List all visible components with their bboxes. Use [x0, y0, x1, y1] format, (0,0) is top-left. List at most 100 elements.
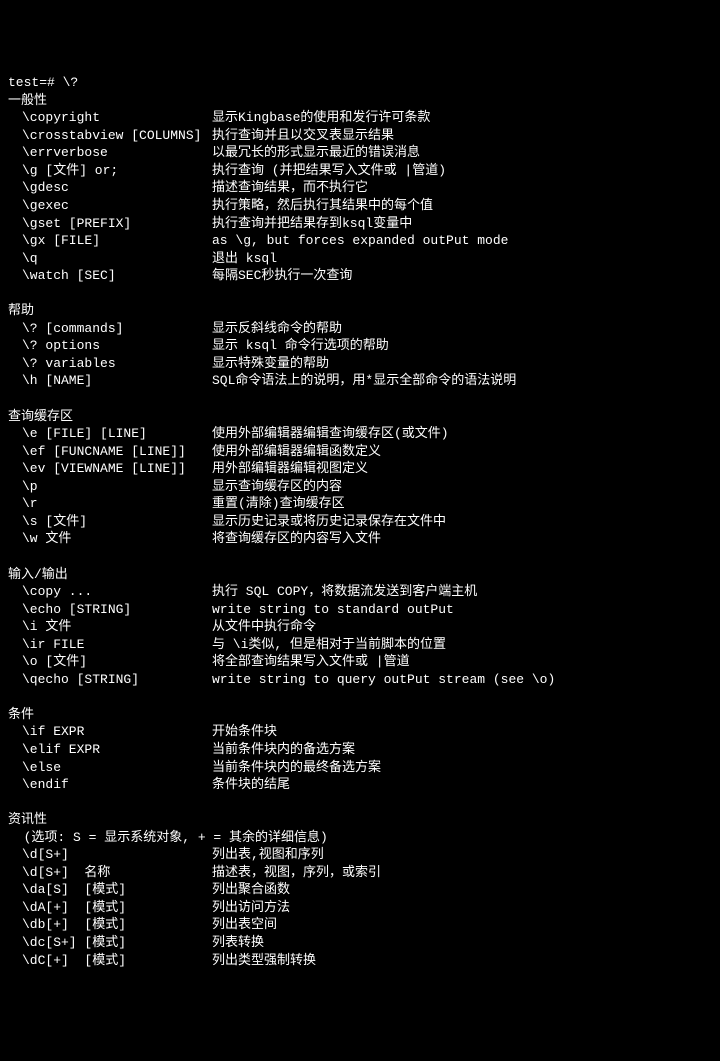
description: 显示反斜线命令的帮助 [212, 320, 342, 338]
description: 列出访问方法 [212, 899, 290, 917]
description: 每隔SEC秒执行一次查询 [212, 267, 352, 285]
description: 列出类型强制转换 [212, 952, 316, 970]
help-line: \e [FILE] [LINE]使用外部编辑器编辑查询缓存区(或文件) [8, 425, 712, 443]
description: 从文件中执行命令 [212, 618, 316, 636]
description: 列出聚合函数 [212, 881, 290, 899]
description: 开始条件块 [212, 723, 277, 741]
prompt-line: test=# \? [8, 74, 712, 92]
help-line: \w 文件将查询缓存区的内容写入文件 [8, 530, 712, 548]
help-line: \errverbose以最冗长的形式显示最近的错误消息 [8, 144, 712, 162]
description: 将查询缓存区的内容写入文件 [212, 530, 381, 548]
description: 与 \i类似, 但是相对于当前脚本的位置 [212, 636, 446, 654]
command: \dC[+] [模式] [8, 952, 212, 970]
help-line: \d[S+] 名称描述表，视图，序列，或索引 [8, 864, 712, 882]
section-title: 条件 [8, 706, 712, 724]
help-line: \? [commands]显示反斜线命令的帮助 [8, 320, 712, 338]
section-subtitle: (选项: S = 显示系统对象, + = 其余的详细信息) [8, 829, 712, 847]
command: \? options [8, 337, 212, 355]
command: \q [8, 250, 212, 268]
command: \p [8, 478, 212, 496]
command: \h [NAME] [8, 372, 212, 390]
description: 重置(清除)查询缓存区 [212, 495, 345, 513]
help-line: \r重置(清除)查询缓存区 [8, 495, 712, 513]
help-line: \o [文件]将全部查询结果写入文件或 |管道 [8, 653, 712, 671]
command: \echo [STRING] [8, 601, 212, 619]
description: 显示 ksql 命令行选项的帮助 [212, 337, 389, 355]
description: 退出 ksql [212, 250, 277, 268]
command: \if EXPR [8, 723, 212, 741]
command: \dA[+] [模式] [8, 899, 212, 917]
description: 当前条件块内的备选方案 [212, 741, 355, 759]
help-line: \dA[+] [模式]列出访问方法 [8, 899, 712, 917]
help-line: \? options显示 ksql 命令行选项的帮助 [8, 337, 712, 355]
help-line: \dc[S+] [模式]列表转换 [8, 934, 712, 952]
help-line: \q退出 ksql [8, 250, 712, 268]
description: 以最冗长的形式显示最近的错误消息 [212, 144, 420, 162]
blank-line [8, 794, 712, 812]
help-line: \g [文件] or;执行查询 (并把结果写入文件或 |管道) [8, 162, 712, 180]
command: \i 文件 [8, 618, 212, 636]
description: 描述表，视图，序列，或索引 [212, 864, 381, 882]
command: \o [文件] [8, 653, 212, 671]
help-line: \? variables显示特殊变量的帮助 [8, 355, 712, 373]
description: 显示Kingbase的使用和发行许可条款 [212, 109, 430, 127]
help-line: \crosstabview [COLUMNS]执行查询并且以交叉表显示结果 [8, 127, 712, 145]
description: 条件块的结尾 [212, 776, 290, 794]
help-line: \p显示查询缓存区的内容 [8, 478, 712, 496]
command: \else [8, 759, 212, 777]
help-line: \d[S+]列出表,视图和序列 [8, 846, 712, 864]
command: \d[S+] 名称 [8, 864, 212, 882]
description: 执行策略，然后执行其结果中的每个值 [212, 197, 433, 215]
terminal-output: test=# \?一般性\copyright显示Kingbase的使用和发行许可… [8, 74, 712, 969]
command: \crosstabview [COLUMNS] [8, 127, 212, 145]
command: \d[S+] [8, 846, 212, 864]
command: \s [文件] [8, 513, 212, 531]
command: \ev [VIEWNAME [LINE]] [8, 460, 212, 478]
command: \errverbose [8, 144, 212, 162]
help-line: \db[+] [模式]列出表空间 [8, 916, 712, 934]
help-line: \else当前条件块内的最终备选方案 [8, 759, 712, 777]
description: write string to standard outPut [212, 601, 454, 619]
help-line: \elif EXPR当前条件块内的备选方案 [8, 741, 712, 759]
command: \watch [SEC] [8, 267, 212, 285]
help-line: \copyright显示Kingbase的使用和发行许可条款 [8, 109, 712, 127]
description: 描述查询结果，而不执行它 [212, 179, 368, 197]
command: \gx [FILE] [8, 232, 212, 250]
command: \ef [FUNCNAME [LINE]] [8, 443, 212, 461]
command: \copyright [8, 109, 212, 127]
description: 执行 SQL COPY，将数据流发送到客户端主机 [212, 583, 477, 601]
command: \w 文件 [8, 530, 212, 548]
help-line: \watch [SEC]每隔SEC秒执行一次查询 [8, 267, 712, 285]
blank-line [8, 285, 712, 303]
command: \gset [PREFIX] [8, 215, 212, 233]
help-line: \qecho [STRING]write string to query out… [8, 671, 712, 689]
section-title: 帮助 [8, 302, 712, 320]
description: 使用外部编辑器编辑查询缓存区(或文件) [212, 425, 449, 443]
help-line: \h [NAME]SQL命令语法上的说明，用*显示全部命令的语法说明 [8, 372, 712, 390]
help-line: \gset [PREFIX]执行查询并把结果存到ksql变量中 [8, 215, 712, 233]
description: 执行查询并且以交叉表显示结果 [212, 127, 394, 145]
command: \dc[S+] [模式] [8, 934, 212, 952]
description: 列出表空间 [212, 916, 277, 934]
command: \qecho [STRING] [8, 671, 212, 689]
description: 显示特殊变量的帮助 [212, 355, 329, 373]
blank-line [8, 548, 712, 566]
command: \db[+] [模式] [8, 916, 212, 934]
command: \r [8, 495, 212, 513]
command: \gdesc [8, 179, 212, 197]
help-line: \ev [VIEWNAME [LINE]]用外部编辑器编辑视图定义 [8, 460, 712, 478]
help-line: \da[S] [模式]列出聚合函数 [8, 881, 712, 899]
description: 用外部编辑器编辑视图定义 [212, 460, 368, 478]
command: \e [FILE] [LINE] [8, 425, 212, 443]
help-line: \s [文件]显示历史记录或将历史记录保存在文件中 [8, 513, 712, 531]
description: write string to query outPut stream (see… [212, 671, 555, 689]
command: \da[S] [模式] [8, 881, 212, 899]
section-title: 资讯性 [8, 811, 712, 829]
help-line: \ir FILE与 \i类似, 但是相对于当前脚本的位置 [8, 636, 712, 654]
help-line: \if EXPR开始条件块 [8, 723, 712, 741]
command: \ir FILE [8, 636, 212, 654]
description: 当前条件块内的最终备选方案 [212, 759, 381, 777]
description: 列表转换 [212, 934, 264, 952]
help-line: \dC[+] [模式]列出类型强制转换 [8, 952, 712, 970]
help-line: \i 文件从文件中执行命令 [8, 618, 712, 636]
